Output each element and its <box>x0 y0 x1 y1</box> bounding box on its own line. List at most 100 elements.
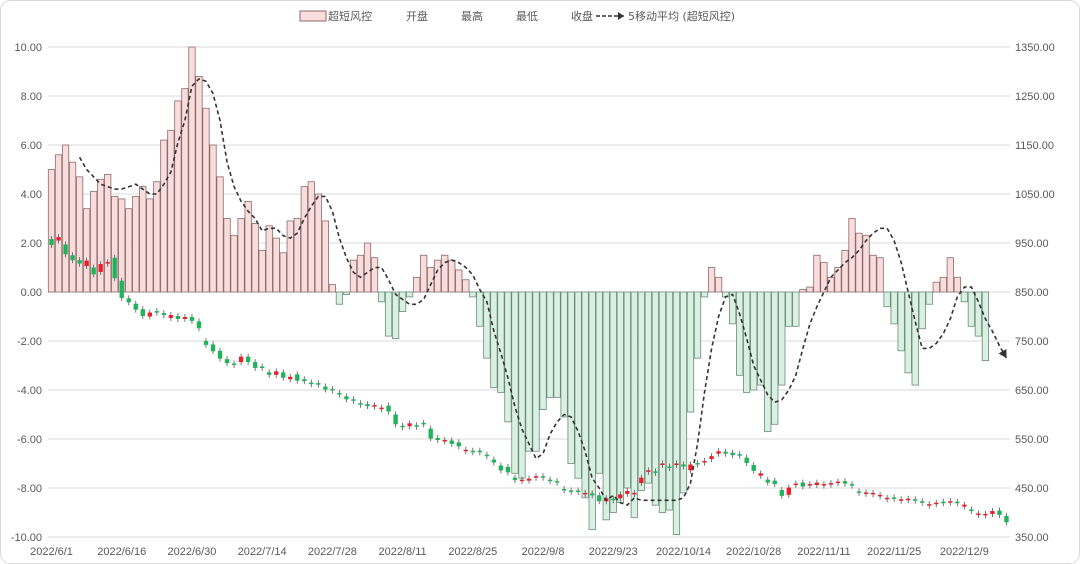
candle <box>105 262 110 264</box>
candle <box>217 350 223 359</box>
candle <box>56 237 61 241</box>
risk-bar <box>757 291 765 386</box>
risk-bar <box>258 249 266 293</box>
risk-bar <box>665 291 674 511</box>
risk-bar <box>244 200 252 293</box>
risk-bar <box>953 276 961 293</box>
risk-bar <box>595 291 603 474</box>
risk-bar <box>862 235 870 293</box>
risk-bar <box>967 291 975 327</box>
x-tick-label: 2022/7/14 <box>238 546 287 558</box>
candle <box>681 464 686 467</box>
candle <box>884 497 890 500</box>
candle <box>245 356 251 363</box>
candle <box>477 450 483 453</box>
candle <box>344 396 349 400</box>
risk-bar <box>918 291 926 330</box>
risk-bar <box>455 269 463 293</box>
candle <box>821 484 827 486</box>
x-tick-label: 2022/10/28 <box>726 546 781 558</box>
candle <box>512 477 518 481</box>
risk-bar <box>806 286 814 293</box>
risk-bar <box>707 267 716 293</box>
left-tick-label: 2.00 <box>21 238 42 250</box>
risk-bar <box>448 259 456 293</box>
risk-bar <box>560 291 568 418</box>
candle <box>49 239 54 245</box>
risk-bar <box>729 291 737 325</box>
candle <box>590 493 595 496</box>
candle <box>379 407 384 410</box>
candle <box>526 478 532 481</box>
risk-bar <box>623 291 631 489</box>
candle <box>267 372 272 375</box>
legend-label-low: 最低 <box>516 10 538 23</box>
risk-bar <box>743 291 751 393</box>
candle <box>540 476 546 478</box>
candle <box>203 341 209 345</box>
candle <box>962 504 967 507</box>
left-tick-label: -4.00 <box>17 385 42 397</box>
candle <box>484 454 490 457</box>
candle <box>554 481 560 483</box>
risk-bar <box>539 291 547 410</box>
legend-label-close: 收盘 <box>571 9 593 23</box>
risk-bar <box>230 235 238 293</box>
risk-bar <box>434 259 442 293</box>
right-tick-label: 450.00 <box>1015 483 1049 495</box>
candle <box>70 255 75 261</box>
candle <box>393 414 398 425</box>
risk-bar <box>146 198 154 293</box>
risk-bar <box>47 169 56 293</box>
candle <box>1004 515 1009 523</box>
risk-bar <box>658 291 667 513</box>
risk-bar <box>406 291 414 298</box>
left-tick-label: 6.00 <box>21 140 42 152</box>
legend: 超短风控 开盘 最高 最低 收盘 5移动平均 (超短风控) <box>299 9 735 23</box>
risk-bar <box>104 173 112 293</box>
candle <box>330 389 335 391</box>
risk-bar <box>785 291 793 327</box>
right-tick-label: 1350.00 <box>1015 42 1055 54</box>
risk-bar <box>497 291 505 393</box>
candle <box>498 465 504 471</box>
right-tick-label: 350.00 <box>1015 532 1049 544</box>
candle <box>955 501 960 504</box>
candle <box>611 498 616 501</box>
risk-bar <box>384 291 393 337</box>
candle <box>835 481 841 484</box>
risk-bar <box>335 291 344 305</box>
candle <box>112 257 117 279</box>
risk-bar <box>925 291 933 305</box>
candle <box>505 466 511 473</box>
candle <box>372 405 377 407</box>
candle <box>98 264 103 272</box>
candle <box>969 509 974 512</box>
candle <box>302 379 307 382</box>
candle <box>259 366 265 368</box>
candle <box>161 313 167 316</box>
candle <box>723 451 728 454</box>
risk-bar <box>216 176 224 293</box>
candle <box>274 371 279 375</box>
x-tick-label: 2022/6/16 <box>97 546 146 558</box>
risk-bar <box>911 291 919 386</box>
risk-bar <box>630 291 638 518</box>
candle <box>765 479 770 483</box>
candle <box>990 511 995 514</box>
x-tick-label: 2022/12/9 <box>940 546 989 558</box>
risk-bar <box>764 291 772 433</box>
risk-bar <box>83 208 91 293</box>
candle <box>210 344 216 352</box>
risk-bar <box>750 291 758 391</box>
candle <box>421 422 426 425</box>
risk-bar <box>897 291 905 352</box>
candle <box>934 502 939 505</box>
risk-bar <box>237 218 245 293</box>
right-tick-label: 750.00 <box>1015 336 1049 348</box>
risk-bar <box>139 186 147 293</box>
candle <box>941 501 946 504</box>
candle <box>800 482 806 487</box>
candle <box>891 497 897 499</box>
right-tick-label: 1150.00 <box>1015 140 1054 152</box>
